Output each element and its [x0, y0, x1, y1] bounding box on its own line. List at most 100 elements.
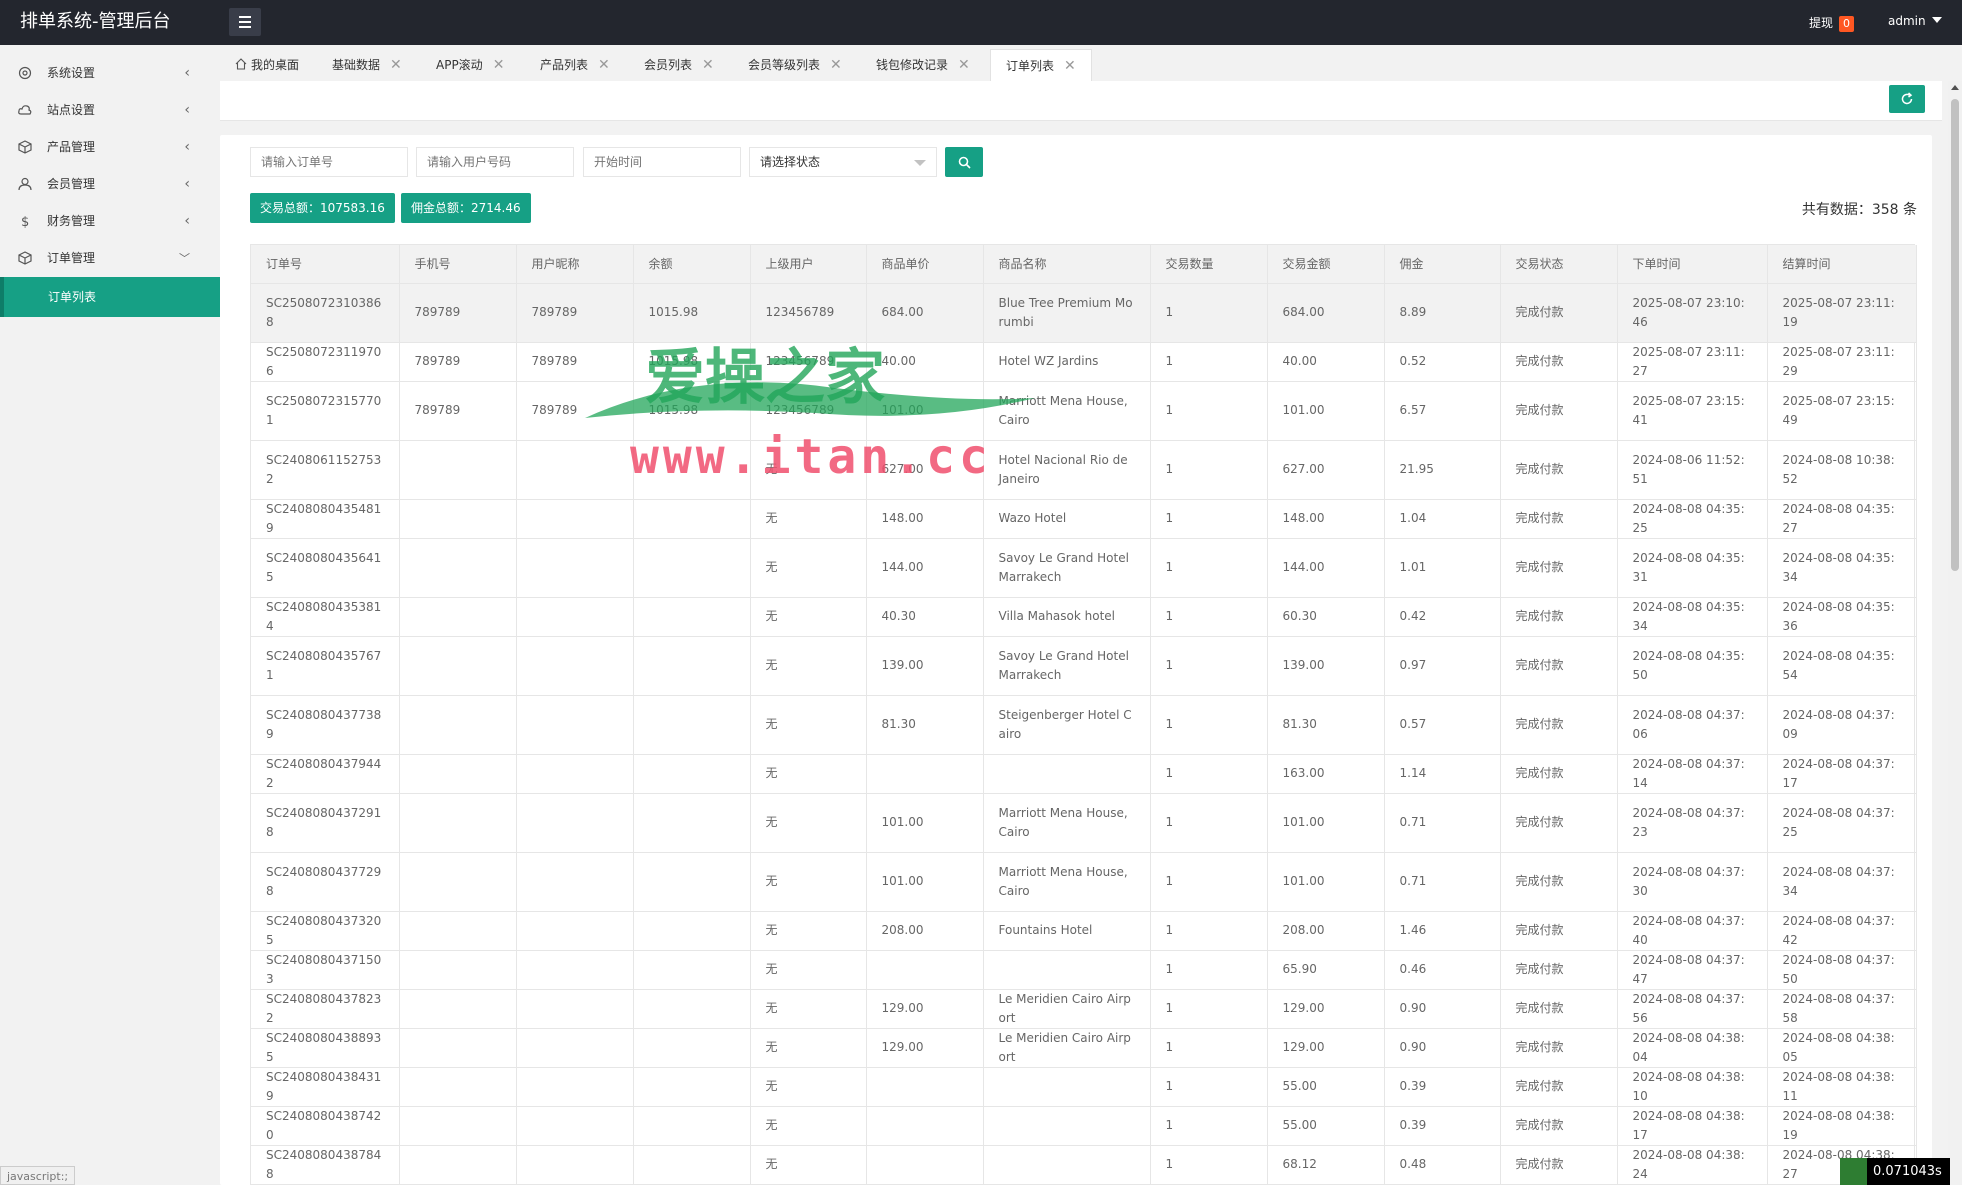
table-cell: 完成付款 [1500, 283, 1618, 343]
tab-order-list[interactable]: 订单列表 ✕ [990, 49, 1092, 81]
table-cell: SC24080804354819 [251, 499, 400, 539]
refresh-button[interactable] [1889, 85, 1925, 113]
tab-label: 钱包修改记录 [876, 58, 949, 72]
table-cell: 2024-08-08 04:37:17 [1767, 754, 1917, 794]
table-cell: Le Meridien Cairo Airport [983, 989, 1151, 1029]
start-time-input[interactable] [583, 147, 741, 177]
sidebar-item-member-management[interactable]: 会员管理 ‹ [0, 166, 220, 203]
tab-app-scroll[interactable]: APP滚动 ✕ [436, 49, 504, 81]
table-row: SC24080804371503 无 1 65.90 0.46 完成付款 2024-08-0… [251, 950, 1917, 990]
scroll-up-arrow-icon[interactable] [1951, 85, 1959, 90]
sidebar-item-system-settings[interactable]: 系统设置 ‹ [0, 55, 220, 92]
tab-label: 会员等级列表 [748, 58, 821, 72]
table-cell: 2025-08-07 23:11:29 [1767, 342, 1917, 382]
table-cell [516, 1106, 634, 1146]
table-cell: 无 [750, 440, 867, 500]
table-cell: 无 [750, 989, 867, 1029]
table-cell: 2024-08-08 04:35:36 [1767, 597, 1917, 637]
table-cell [633, 950, 751, 990]
table-cell: 1.14 [1384, 754, 1501, 794]
table-cell [399, 1106, 517, 1146]
tab-label: APP滚动 [436, 58, 483, 72]
table-cell: 1.04 [1384, 499, 1501, 539]
tab-basic-data[interactable]: 基础数据 ✕ [332, 49, 402, 81]
column-header: 商品名称 [983, 245, 1151, 284]
close-icon[interactable]: ✕ [390, 57, 402, 73]
table-cell [633, 440, 751, 500]
table-cell: SC24080804371503 [251, 950, 400, 990]
menu-toggle-button[interactable] [229, 8, 261, 36]
gear-icon [18, 66, 32, 80]
status-select[interactable]: 请选择状态 [749, 147, 937, 177]
close-icon[interactable]: ✕ [493, 57, 505, 73]
tab-wallet-change-log[interactable]: 钱包修改记录 ✕ [876, 49, 970, 81]
table-cell: SC24080804353814 [251, 597, 400, 637]
table-cell: 40.00 [866, 342, 984, 382]
sidebar: 系统设置 ‹ 站点设置 ‹ 产品管理 ‹ 会员管理 ‹ $ 财务管理 ‹ 订单管… [0, 45, 220, 1185]
search-button[interactable] [945, 147, 983, 177]
close-icon[interactable]: ✕ [830, 57, 842, 73]
table-cell: 0.39 [1384, 1067, 1501, 1107]
order-number-input[interactable] [250, 147, 408, 177]
chevron-left-icon: ‹ [184, 102, 190, 118]
close-icon[interactable]: ✕ [1064, 58, 1076, 74]
table-cell: 2024-08-08 04:37:56 [1617, 989, 1768, 1029]
table-cell: 2025-08-07 23:11:19 [1767, 283, 1917, 343]
column-header: 下单时间 [1617, 245, 1768, 284]
table-cell: 684.00 [866, 283, 984, 343]
user-menu[interactable]: admin [1888, 14, 1942, 28]
tab-label: 订单列表 [1006, 59, 1055, 73]
table-cell [983, 1067, 1151, 1107]
scrollbar-thumb[interactable] [1951, 99, 1959, 571]
table-cell [399, 754, 517, 794]
table-cell: SC24080804387420 [251, 1106, 400, 1146]
table-row: SC24080804377298 无 101.00 Marriott Mena Hou… [251, 852, 1917, 912]
table-cell: 2024-08-08 04:38:10 [1617, 1067, 1768, 1107]
sidebar-item-site-settings[interactable]: 站点设置 ‹ [0, 92, 220, 129]
table-cell: 无 [750, 499, 867, 539]
table-cell: 1 [1150, 1106, 1268, 1146]
table-cell: 40.30 [866, 597, 984, 637]
table-cell: 2024-08-08 04:37:42 [1767, 911, 1917, 951]
table-cell: 2024-08-08 04:37:30 [1617, 852, 1768, 912]
close-icon[interactable]: ✕ [958, 57, 970, 73]
table-cell: 1 [1150, 911, 1268, 951]
table-cell: 无 [750, 695, 867, 755]
table-cell: 101.00 [866, 852, 984, 912]
close-icon[interactable]: ✕ [598, 57, 610, 73]
table-cell: SC24080804378232 [251, 989, 400, 1029]
user-number-input[interactable] [416, 147, 574, 177]
table-cell: 完成付款 [1500, 1028, 1618, 1068]
table-cell [633, 499, 751, 539]
table-cell: 101.00 [866, 793, 984, 853]
timer-value: 0.071043s [1873, 1164, 1942, 1179]
table-cell: 2024-08-08 04:35:50 [1617, 636, 1768, 696]
table-cell: 2024-08-08 04:35:31 [1617, 538, 1768, 598]
table-cell: 163.00 [1267, 754, 1385, 794]
table-cell: SC24080804373205 [251, 911, 400, 951]
column-header: 商品单价 [866, 245, 984, 284]
table-cell: 完成付款 [1500, 1106, 1618, 1146]
table-cell [866, 754, 984, 794]
sidebar-item-product-management[interactable]: 产品管理 ‹ [0, 129, 220, 166]
tab-member-list[interactable]: 会员列表 ✕ [644, 49, 714, 81]
withdraw-link[interactable]: 提现 0 [1809, 14, 1855, 32]
sidebar-item-finance-management[interactable]: $ 财务管理 ‹ [0, 203, 220, 240]
sidebar-item-order-management[interactable]: 订单管理 ﹀ [0, 240, 220, 277]
table-cell: 148.00 [866, 499, 984, 539]
sidebar-item-label: 站点设置 [47, 103, 96, 117]
table-cell: 129.00 [866, 1028, 984, 1068]
page-scrollbar[interactable] [1948, 81, 1962, 1185]
close-icon[interactable]: ✕ [702, 57, 714, 73]
table-cell: SC24080804357671 [251, 636, 400, 696]
table-row: SC24080804356415 无 144.00 Savoy Le Grand Ho… [251, 538, 1917, 598]
tab-product-list[interactable]: 产品列表 ✕ [540, 49, 610, 81]
tab-member-level-list[interactable]: 会员等级列表 ✕ [748, 49, 842, 81]
tab-my-desktop[interactable]: 我的桌面 [235, 49, 299, 81]
table-cell: 55.00 [1267, 1106, 1385, 1146]
table-cell [399, 440, 517, 500]
table-row: SC24080804354819 无 148.00 Wazo Hotel 1 148.00… [251, 499, 1917, 539]
table-cell: Blue Tree Premium Morumbi [983, 283, 1151, 343]
table-cell: 68.12 [1267, 1145, 1385, 1185]
sidebar-item-order-list[interactable]: 订单列表 [0, 277, 220, 317]
